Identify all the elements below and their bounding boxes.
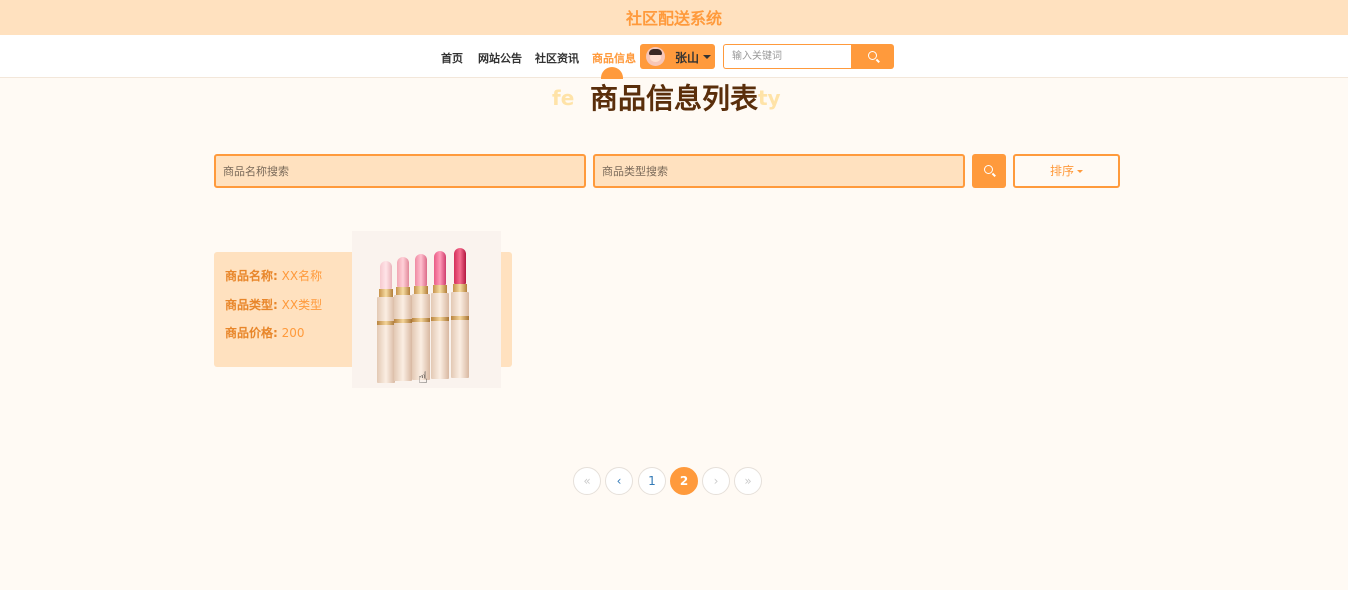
- product-name-search-input[interactable]: [214, 154, 586, 188]
- top-header-bar: 社区配送系统: [0, 0, 1348, 35]
- pagination-prev-button[interactable]: ‹: [605, 467, 633, 495]
- pagination-last-button[interactable]: »: [734, 467, 762, 495]
- product-price-value: 200: [281, 326, 305, 340]
- user-menu-button[interactable]: 张山: [640, 44, 715, 69]
- nav-link-announcements[interactable]: 网站公告: [478, 50, 522, 66]
- nav-link-home[interactable]: 首页: [441, 50, 463, 66]
- filter-search-button[interactable]: [972, 154, 1006, 188]
- pagination-page-2[interactable]: 2: [670, 467, 698, 495]
- product-price-row: 商品价格: 200: [225, 324, 305, 341]
- main-navbar: 首页 网站公告 社区资讯 商品信息 张山: [0, 35, 1348, 79]
- product-name-row: 商品名称: XX名称: [225, 267, 322, 284]
- nav-link-products[interactable]: 商品信息: [592, 50, 636, 66]
- pagination-next-button[interactable]: ›: [702, 467, 730, 495]
- product-name-label: 商品名称:: [225, 269, 278, 283]
- lipstick-product-image[interactable]: [352, 231, 501, 388]
- product-type-search-input[interactable]: [593, 154, 965, 188]
- page-title: 商品信息列表: [589, 82, 758, 115]
- search-icon: [868, 51, 877, 60]
- nav-search-button[interactable]: [851, 44, 894, 69]
- pagination-page-1[interactable]: 1: [638, 467, 666, 495]
- product-name-value: XX名称: [281, 269, 323, 283]
- pagination-first-button[interactable]: «: [573, 467, 601, 495]
- nav-link-news[interactable]: 社区资讯: [535, 50, 579, 66]
- hand-cursor-icon: ☝: [418, 368, 428, 387]
- avatar: [646, 47, 665, 66]
- chevron-down-icon: [1077, 170, 1083, 173]
- sort-dropdown-button[interactable]: 排序: [1013, 154, 1120, 188]
- sort-label: 排序: [1049, 164, 1074, 178]
- search-icon: [984, 165, 993, 174]
- site-title: 社区配送系统: [625, 9, 722, 28]
- nav-search-input[interactable]: [723, 44, 851, 69]
- chevron-down-icon: [703, 55, 711, 59]
- user-name: 张山: [675, 51, 700, 65]
- product-type-value: XX类型: [281, 298, 323, 312]
- product-price-label: 商品价格:: [225, 326, 278, 340]
- product-type-label: 商品类型:: [225, 298, 278, 312]
- product-type-row: 商品类型: XX类型: [225, 296, 322, 313]
